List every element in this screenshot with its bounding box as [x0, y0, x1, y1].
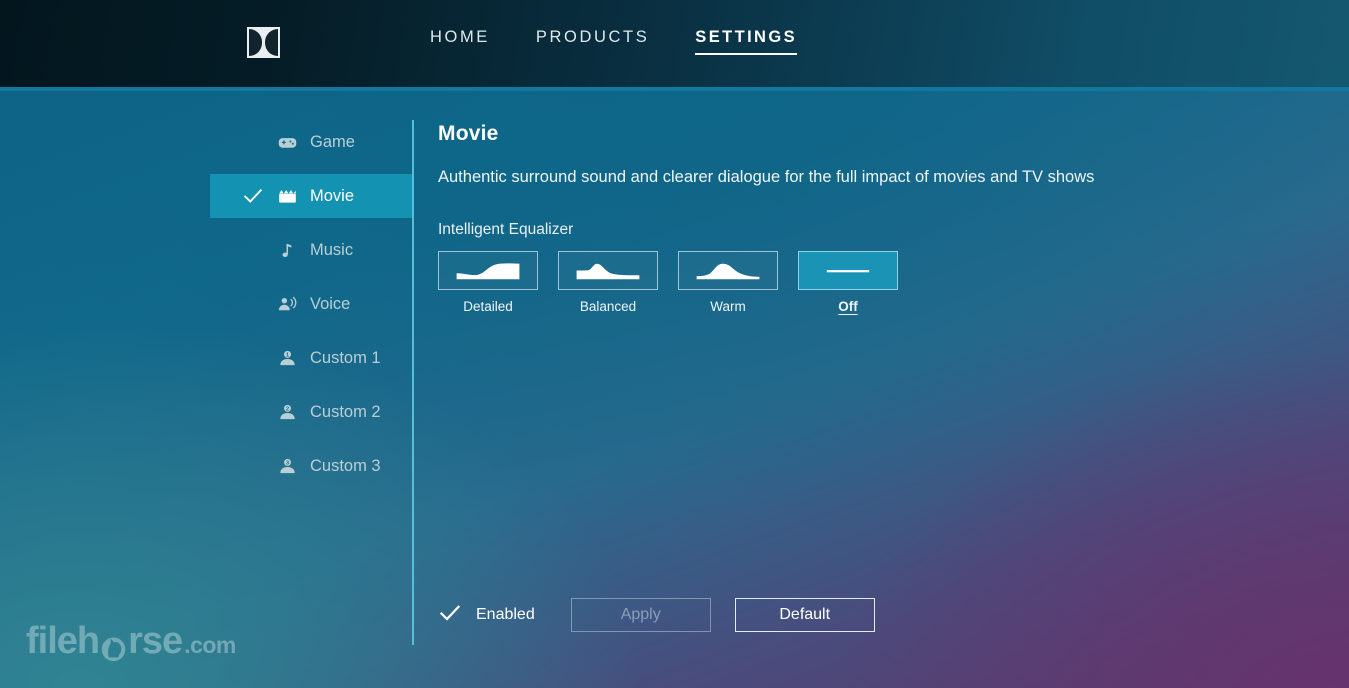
- preset-detailed[interactable]: Detailed: [438, 251, 538, 314]
- settings-detail-panel: Movie Authentic surround sound and clear…: [438, 122, 1318, 314]
- filehorse-watermark: fileh rse .com: [26, 622, 236, 660]
- sidebar-item-label: Custom 1: [310, 349, 381, 368]
- footer-controls: Enabled Apply Default: [438, 598, 875, 632]
- sidebar-item-label: Music: [310, 241, 353, 260]
- sidebar-item-label: Voice: [310, 295, 350, 314]
- person-2-icon: 2: [276, 401, 298, 423]
- clapperboard-icon: [276, 185, 298, 207]
- check-icon: [438, 601, 462, 630]
- top-navigation-bar: HOME PRODUCTS SETTINGS: [0, 0, 1349, 87]
- nav-item-home[interactable]: HOME: [430, 28, 490, 55]
- preset-balanced-label: Balanced: [558, 299, 658, 314]
- dolby-logo: [247, 27, 280, 58]
- sidebar-item-movie[interactable]: Movie: [210, 174, 413, 218]
- sidebar-item-music[interactable]: Music: [0, 228, 413, 272]
- preset-balanced-box[interactable]: [558, 251, 658, 290]
- watermark-suffix: .com: [184, 632, 236, 659]
- preset-warm-box[interactable]: [678, 251, 778, 290]
- sidebar-item-custom-3[interactable]: 3 Custom 3: [0, 444, 413, 488]
- apply-button[interactable]: Apply: [571, 598, 711, 632]
- svg-text:2: 2: [285, 406, 288, 412]
- person-1-icon: 1: [276, 347, 298, 369]
- preset-off[interactable]: Off: [798, 251, 898, 314]
- sidebar-item-voice[interactable]: Voice: [0, 282, 413, 326]
- sidebar-item-label: Game: [310, 133, 355, 152]
- page-title: Movie: [438, 122, 1318, 146]
- topbar-underline: [0, 87, 1349, 91]
- equalizer-preset-group: Detailed Balanced Warm: [438, 251, 1318, 314]
- enabled-checkbox[interactable]: Enabled: [438, 601, 535, 630]
- preset-detailed-box[interactable]: [438, 251, 538, 290]
- preset-warm[interactable]: Warm: [678, 251, 778, 314]
- music-note-icon: [276, 239, 298, 261]
- sidebar-item-label: Custom 2: [310, 403, 381, 422]
- person-3-icon: 3: [276, 455, 298, 477]
- sidebar-item-custom-2[interactable]: 2 Custom 2: [0, 390, 413, 434]
- dolby-access-window: HOME PRODUCTS SETTINGS Game: [0, 0, 1349, 688]
- intelligent-equalizer-label: Intelligent Equalizer: [438, 221, 1318, 239]
- sidebar-item-custom-1[interactable]: 1 Custom 1: [0, 336, 413, 380]
- preset-detailed-label: Detailed: [438, 299, 538, 314]
- page-description: Authentic surround sound and clearer dia…: [438, 165, 1113, 189]
- dolby-logo-glyph: [249, 29, 278, 56]
- preset-warm-label: Warm: [678, 299, 778, 314]
- default-button[interactable]: Default: [735, 598, 875, 632]
- sidebar-item-game[interactable]: Game: [0, 120, 413, 164]
- voice-person-icon: [276, 293, 298, 315]
- curve-off-icon: [811, 259, 885, 283]
- preset-off-label: Off: [798, 299, 898, 314]
- main-nav: HOME PRODUCTS SETTINGS: [430, 28, 843, 55]
- svg-text:3: 3: [285, 460, 288, 466]
- watermark-text-part2: rse: [128, 622, 182, 660]
- check-icon: [242, 185, 264, 207]
- watermark-text-part1: fileh: [26, 622, 99, 660]
- sidebar-item-label: Movie: [310, 187, 354, 206]
- preset-off-box[interactable]: [798, 251, 898, 290]
- profile-sidebar: Game Movie: [0, 120, 413, 488]
- gamepad-icon: [276, 131, 298, 153]
- horse-head-icon: [100, 632, 127, 662]
- nav-item-products[interactable]: PRODUCTS: [536, 28, 649, 55]
- sidebar-divider: [412, 120, 414, 645]
- curve-balanced-icon: [571, 259, 645, 283]
- preset-balanced[interactable]: Balanced: [558, 251, 658, 314]
- curve-warm-icon: [691, 259, 765, 283]
- sidebar-item-label: Custom 3: [310, 457, 381, 476]
- nav-item-settings[interactable]: SETTINGS: [695, 28, 797, 55]
- curve-detailed-icon: [451, 259, 525, 283]
- enabled-label: Enabled: [476, 606, 535, 624]
